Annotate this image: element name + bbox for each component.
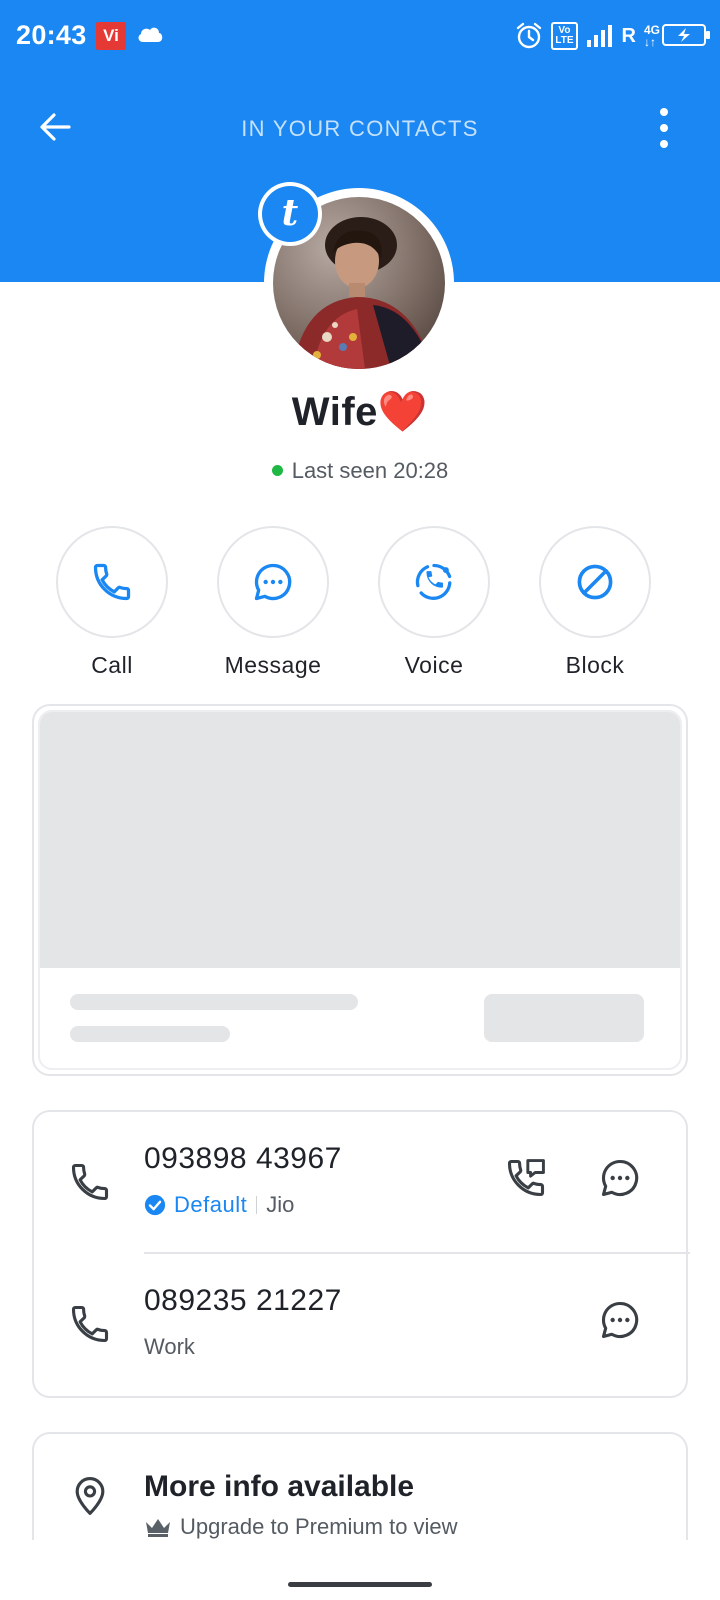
more-options-button[interactable]: [652, 108, 676, 148]
ad-button-skeleton: [484, 994, 644, 1042]
message-button[interactable]: [217, 526, 329, 638]
status-time: 20:43: [16, 20, 87, 50]
more-dot: [660, 108, 668, 116]
verified-check-icon: [144, 1194, 166, 1216]
separator: [256, 1196, 258, 1214]
ad-text-skeleton: [70, 1026, 230, 1042]
phone-type-label: Work: [144, 1334, 195, 1359]
voice-call-icon: [415, 563, 452, 600]
ad-placeholder-inner: [38, 710, 682, 1070]
contact-name: Wife❤️: [291, 390, 429, 434]
roaming-indicator: R: [621, 24, 636, 47]
home-indicator[interactable]: [288, 1582, 432, 1587]
chat-icon: [254, 563, 292, 601]
carrier-label: Jio: [266, 1192, 295, 1217]
message-label: Message: [224, 652, 322, 678]
phone-icon: [71, 1163, 109, 1201]
chat-icon: [601, 1301, 639, 1339]
block-icon: [577, 564, 613, 600]
voice-button[interactable]: [378, 526, 490, 638]
status-icons: Vo LTE R 4G ↓↑: [515, 20, 660, 52]
network-type: 4G ↓↑: [643, 23, 660, 49]
call-button[interactable]: [56, 526, 168, 638]
more-dot: [660, 124, 668, 132]
block-label: Block: [565, 652, 625, 678]
signal-icon: [586, 25, 612, 47]
more-dot: [660, 140, 668, 148]
alarm-icon: [517, 22, 542, 49]
online-dot-icon: [271, 465, 283, 476]
phone-row[interactable]: 089235 21227 Work: [34, 1254, 690, 1394]
last-seen-status: Last seen 20:28: [0, 458, 720, 484]
phone-row[interactable]: 093898 43967 Default Jio: [34, 1112, 690, 1252]
message-action[interactable]: Message: [203, 526, 343, 679]
last-seen-text: Last seen 20:28: [291, 458, 449, 483]
ad-placeholder-card: [32, 704, 688, 1076]
message-button[interactable]: [596, 1154, 644, 1202]
phone-number[interactable]: 093898 43967: [144, 1142, 342, 1176]
default-label: Default: [174, 1192, 248, 1217]
badge-letter: t: [262, 186, 318, 242]
block-button[interactable]: [539, 526, 651, 638]
message-button[interactable]: [596, 1296, 644, 1344]
phone-icon: [93, 563, 131, 601]
page-title: IN YOUR CONTACTS: [241, 116, 479, 141]
phone-subtitle: Default Jio: [144, 1192, 294, 1218]
ad-image-skeleton: [40, 712, 680, 968]
volte-icon: Vo LTE: [551, 22, 578, 50]
phone-icon: [71, 1305, 109, 1343]
call-action[interactable]: Call: [42, 526, 182, 679]
ad-text-skeleton: [70, 994, 358, 1010]
location-pin-icon: [75, 1477, 105, 1515]
call-with-note-button[interactable]: [502, 1154, 550, 1202]
cloud-icon: [138, 27, 163, 42]
battery-icon: [662, 24, 710, 46]
crown-icon: [146, 1519, 170, 1537]
call-label: Call: [91, 652, 133, 678]
call-with-note-icon: [507, 1159, 545, 1197]
phone-numbers-card: 093898 43967 Default Jio 089235 21227 Wo…: [32, 1110, 690, 1398]
premium-upsell-text: Upgrade to Premium to view: [180, 1514, 458, 1539]
more-info-title: More info available: [144, 1470, 415, 1503]
truecaller-badge-icon: t: [258, 182, 322, 246]
premium-upsell[interactable]: Upgrade to Premium to view: [144, 1514, 458, 1540]
chat-icon: [601, 1159, 639, 1197]
voice-label: Voice: [404, 652, 464, 678]
carrier-badge: Vi: [96, 22, 126, 50]
voice-action[interactable]: Voice: [364, 526, 504, 679]
phone-number[interactable]: 089235 21227: [144, 1284, 342, 1318]
navigation-bar: [0, 1540, 720, 1600]
block-action[interactable]: Block: [525, 526, 665, 679]
status-bar: 20:43 Vi Vo LTE R 4G ↓↑: [0, 0, 720, 72]
